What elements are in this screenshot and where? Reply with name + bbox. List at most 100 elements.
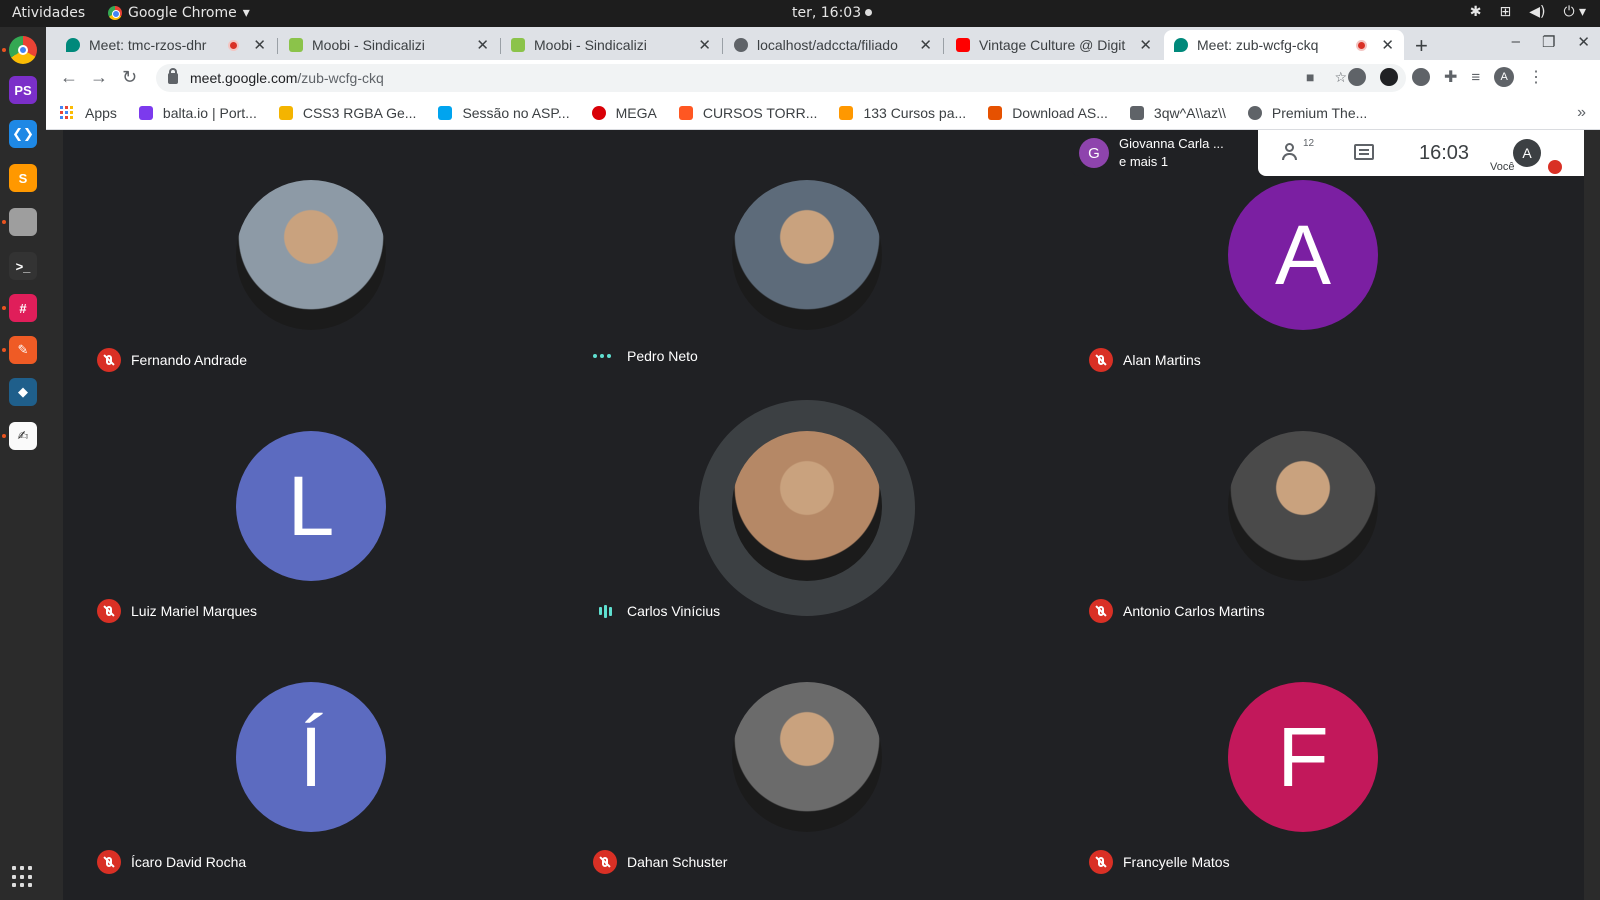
minimize-button[interactable]: – xyxy=(1512,33,1520,51)
participant-name: Antonio Carlos Martins xyxy=(1123,603,1265,619)
tab-5[interactable]: Vintage Culture @ Digit ✕ xyxy=(946,30,1162,60)
chrome-icon xyxy=(108,6,122,20)
text-editor-icon[interactable]: ✍ xyxy=(2,422,37,450)
participant-name: Dahan Schuster xyxy=(627,854,728,870)
participant-tile[interactable]: Antonio Carlos Martins xyxy=(1055,381,1551,632)
tab-close-icon[interactable]: ✕ xyxy=(253,36,266,54)
participant-tile[interactable]: A Alan Martins xyxy=(1055,130,1551,381)
mysql-workbench-icon[interactable]: ◆ xyxy=(9,378,37,406)
tab-favicon-icon xyxy=(1174,38,1188,52)
bookmark-item[interactable]: 133 Cursos pa... xyxy=(839,105,966,121)
bookmark-item[interactable]: Premium The... xyxy=(1247,105,1367,121)
extension-icon[interactable] xyxy=(1412,68,1430,86)
mic-off-icon xyxy=(97,850,121,874)
slack-icon[interactable]: # xyxy=(2,294,37,322)
tab-close-icon[interactable]: ✕ xyxy=(1381,36,1394,54)
mic-off-icon xyxy=(97,348,121,372)
show-applications-icon[interactable] xyxy=(12,866,34,888)
tab-2[interactable]: Moobi - Sindicalizi ✕ xyxy=(279,30,499,60)
left-edge xyxy=(46,130,63,900)
tab-3[interactable]: Moobi - Sindicalizi ✕ xyxy=(501,30,721,60)
tab-close-icon[interactable]: ✕ xyxy=(1139,36,1152,54)
more-bookmarks-icon[interactable]: » xyxy=(1577,104,1586,122)
sublime-icon[interactable]: S xyxy=(9,164,37,192)
tab-title: localhost/adccta/filiado xyxy=(757,37,898,53)
bookmark-item[interactable]: MEGA xyxy=(591,105,657,121)
window-controls: – ❐ ✕ xyxy=(1512,33,1590,51)
participant-tile[interactable]: Dahan Schuster xyxy=(559,632,1055,883)
bookmark-label: Sessão no ASP... xyxy=(462,104,570,121)
tab-4[interactable]: localhost/adccta/filiado ✕ xyxy=(724,30,942,60)
files-icon[interactable] xyxy=(2,208,37,236)
balta-icon xyxy=(138,105,153,120)
slack-tray-icon[interactable]: ✱ xyxy=(1470,4,1482,20)
participant-name-row: Alan Martins xyxy=(1089,348,1201,372)
new-tab-button[interactable]: + xyxy=(1415,33,1428,59)
tab-favicon-icon xyxy=(289,38,303,52)
forward-button[interactable]: → xyxy=(90,67,108,88)
app-menu[interactable]: Google Chrome ▾ xyxy=(108,5,250,21)
media-queue-icon[interactable]: ≡ xyxy=(1471,69,1480,86)
tab-separator xyxy=(277,38,278,54)
microsoft-icon xyxy=(438,105,453,120)
camera-in-use-icon[interactable]: ■ xyxy=(1306,69,1314,86)
system-tray[interactable]: ✱ ⊞ ◀) ⏻ ▾ xyxy=(1470,4,1586,20)
chrome-menu-icon[interactable]: ⋮ xyxy=(1528,67,1544,87)
lock-icon[interactable] xyxy=(168,67,178,84)
puzzle-icon[interactable]: ✚ xyxy=(1444,67,1457,87)
bookmark-item[interactable]: Apps xyxy=(60,105,117,121)
terminal-icon[interactable]: >_ xyxy=(9,252,37,280)
mega-icon xyxy=(591,105,606,120)
tab-close-icon[interactable]: ✕ xyxy=(698,36,711,54)
browser-window: + – ❐ ✕ Meet: tmc-rzos-dhr ✕ Moobi - Sindi… xyxy=(46,27,1600,130)
bookmark-item[interactable]: balta.io | Port... xyxy=(138,104,257,121)
participant-name: Fernando Andrade xyxy=(131,352,247,368)
bookmark-item[interactable]: CSS3 RGBA Ge... xyxy=(278,105,416,121)
download-icon xyxy=(988,105,1003,120)
tab-1[interactable]: Meet: tmc-rzos-dhr ✕ xyxy=(56,30,276,60)
clock[interactable]: ter, 16:03 xyxy=(792,5,873,21)
participant-tile[interactable]: Pedro Neto xyxy=(559,130,1055,381)
mic-off-icon xyxy=(1089,599,1113,623)
participant-name-row: Pedro Neto xyxy=(593,348,698,364)
phpstorm-icon[interactable]: PS xyxy=(9,76,37,104)
bookmark-label: 3qw^A\\az\\ xyxy=(1153,104,1226,121)
tab-close-icon[interactable]: ✕ xyxy=(476,36,489,54)
bookmark-star-icon[interactable]: ☆ xyxy=(1334,69,1347,86)
participant-tile[interactable]: Í Ícaro David Rocha xyxy=(63,632,559,883)
bookmark-item[interactable]: Download AS... xyxy=(988,105,1108,121)
bookmark-item[interactable]: 3qw^A\\az\\ xyxy=(1129,104,1226,121)
tab-close-icon[interactable]: ✕ xyxy=(919,36,932,54)
cursos-icon xyxy=(839,105,854,120)
participant-tile[interactable]: F Francyelle Matos xyxy=(1055,632,1551,883)
extension-icon[interactable] xyxy=(1348,68,1366,86)
close-window-button[interactable]: ✕ xyxy=(1577,33,1590,51)
participant-tile[interactable]: Carlos Vinícius xyxy=(559,381,1055,632)
reload-button[interactable]: ↻ xyxy=(122,67,137,88)
tab-6[interactable]: Meet: zub-wcfg-ckq ✕ xyxy=(1164,30,1404,60)
profile-avatar[interactable]: A xyxy=(1494,67,1515,87)
participant-photo xyxy=(732,180,882,330)
extension-icon[interactable] xyxy=(1380,68,1398,86)
power-icon[interactable]: ⏻ ▾ xyxy=(1563,4,1586,20)
chrome-icon[interactable] xyxy=(2,36,37,64)
address-bar[interactable]: meet.google.com/zub-wcfg-ckq xyxy=(156,64,1406,92)
extensions-area: ✚ ≡ A ⋮ xyxy=(1348,67,1544,87)
network-icon[interactable]: ⊞ xyxy=(1499,4,1511,20)
postman-icon[interactable]: ✎ xyxy=(2,336,37,364)
vscode-icon[interactable]: ❮❯ xyxy=(9,120,37,148)
bookmark-item[interactable]: Sessão no ASP... xyxy=(438,104,570,121)
tab-title: Moobi - Sindicalizi xyxy=(534,37,647,53)
bookmark-item[interactable]: CURSOS TORR... xyxy=(678,105,817,121)
bookmark-label: balta.io | Port... xyxy=(162,104,257,121)
url-host: meet.google.com xyxy=(190,70,298,86)
participant-tile[interactable]: L Luiz Mariel Marques xyxy=(63,381,559,632)
maximize-button[interactable]: ❐ xyxy=(1542,33,1555,51)
participant-initial-avatar: L xyxy=(236,431,386,581)
back-button[interactable]: ← xyxy=(60,67,78,88)
participant-tile[interactable]: Fernando Andrade xyxy=(63,130,559,381)
activities-button[interactable]: Atividades xyxy=(12,5,85,21)
volume-icon[interactable]: ◀) xyxy=(1529,4,1545,20)
participant-name: Luiz Mariel Marques xyxy=(131,603,258,619)
dock: PS ❮❯ S >_ # ✎ ◆ ✍ xyxy=(0,27,46,900)
